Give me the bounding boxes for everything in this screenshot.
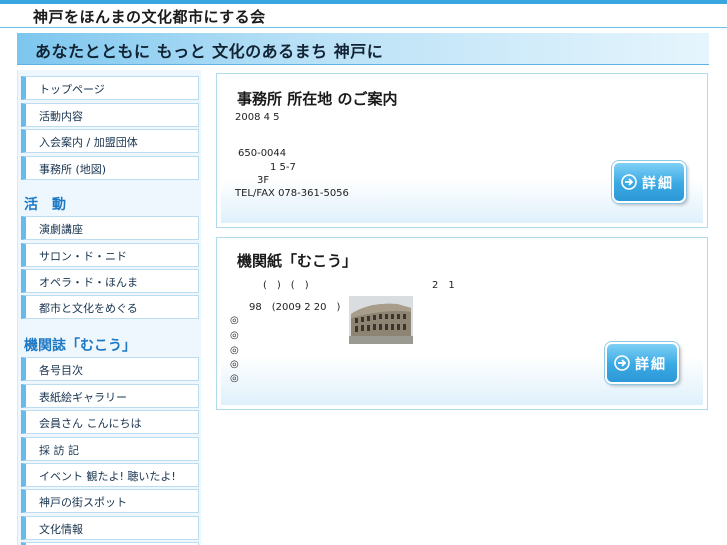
nav-label: 表紙絵ギャラリー xyxy=(39,391,127,404)
magazine-title: 機関紙「むこう」 xyxy=(237,252,358,270)
nav-item-theater-lecture[interactable]: 演劇講座 xyxy=(21,216,199,240)
magazine-heading: 機関誌「むこう」 xyxy=(24,338,136,354)
magazine-panel-body: 機関紙「むこう」 ( ) ( ) 2 1 98 (2009 2 20 ) ◎ ◎… xyxy=(221,242,703,405)
nav-label: トップページ xyxy=(39,83,105,96)
nav-label: 演劇講座 xyxy=(39,223,83,236)
nav-item-members[interactable]: 会員さん こんにちは xyxy=(21,410,199,434)
nav-item-city-culture[interactable]: 都市と文化をめぐる xyxy=(21,295,199,319)
arrow-right-circle-icon xyxy=(614,355,630,371)
magazine-detail-button[interactable]: 詳細 xyxy=(605,342,679,384)
office-date: 2008 4 5 xyxy=(235,112,280,123)
nav-label: 各号目次 xyxy=(39,364,83,377)
colosseum-photo xyxy=(349,296,413,344)
office-panel: 事務所 所在地 のご案内 2008 4 5 650-0044 1 5-7 3F … xyxy=(216,73,708,228)
detail-label: 詳細 xyxy=(642,176,674,192)
magazine-line1-right: 2 1 xyxy=(432,280,455,291)
nav-item-office-map[interactable]: 事務所 (地図) xyxy=(21,156,199,180)
nav-label: 事務所 (地図) xyxy=(39,163,107,176)
nav-item-cover-gallery[interactable]: 表紙絵ギャラリー xyxy=(21,384,199,408)
office-address: 1 5-7 xyxy=(270,162,296,173)
tagline-banner: あなたとともに もっと 文化のあるまち 神戸に xyxy=(17,33,709,65)
activities-heading: 活 動 xyxy=(24,197,66,213)
nav-item-top-page[interactable]: トップページ xyxy=(21,76,199,100)
nav-label: 都市と文化をめぐる xyxy=(39,302,138,315)
office-tel: TEL/FAX 078-361-5056 xyxy=(235,188,349,199)
colosseum-image xyxy=(349,296,413,344)
bullet: ◎ xyxy=(230,330,239,341)
nav-item-city-spots[interactable]: 神戸の街スポット xyxy=(21,489,199,513)
office-detail-button[interactable]: 詳細 xyxy=(612,161,686,203)
office-title: 事務所 所在地 のご案内 xyxy=(237,90,398,108)
detail-label: 詳細 xyxy=(635,357,667,373)
nav-label: 会員さん こんにちは xyxy=(39,417,142,430)
bullet: ◎ xyxy=(230,359,239,370)
nav-item-activities[interactable]: 活動内容 xyxy=(21,103,199,127)
nav-label: 採 訪 記 xyxy=(39,444,79,457)
tagline: あなたとともに もっと 文化のあるまち 神戸に xyxy=(35,42,384,61)
office-floor: 3F xyxy=(257,175,270,186)
nav-item-culture-info[interactable]: 文化情報 xyxy=(21,516,199,540)
magazine-line2: 98 (2009 2 20 ) xyxy=(249,302,341,313)
nav-item-interviews[interactable]: 採 訪 記 xyxy=(21,437,199,461)
nav-label: オペラ・ド・ほんま xyxy=(39,276,138,289)
office-postal: 650-0044 xyxy=(238,148,287,159)
nav-label: 神戸の街スポット xyxy=(39,496,127,509)
nav-item-salon[interactable]: サロン・ド・ニド xyxy=(21,243,199,267)
nav-label: サロン・ド・ニド xyxy=(39,250,127,263)
magazine-line1: ( ) ( ) xyxy=(263,280,309,291)
nav-item-issues[interactable]: 各号目次 xyxy=(21,357,199,381)
nav-label: 活動内容 xyxy=(39,110,83,123)
office-panel-body: 事務所 所在地 のご案内 2008 4 5 650-0044 1 5-7 3F … xyxy=(221,78,703,223)
magazine-panel: 機関紙「むこう」 ( ) ( ) 2 1 98 (2009 2 20 ) ◎ ◎… xyxy=(216,237,708,410)
nav-label: 文化情報 xyxy=(39,523,83,536)
bullet: ◎ xyxy=(230,345,239,356)
site-header: 神戸をほんまの文化都市にする会 xyxy=(0,4,727,28)
bullet: ◎ xyxy=(230,373,239,384)
nav-item-events[interactable]: イベント 観たよ! 聴いたよ! xyxy=(21,463,199,487)
nav-label: 入会案内 / 加盟団体 xyxy=(39,136,138,149)
nav-item-opera[interactable]: オペラ・ド・ほんま xyxy=(21,269,199,293)
bullet: ◎ xyxy=(230,315,239,326)
nav-item-membership[interactable]: 入会案内 / 加盟団体 xyxy=(21,129,199,153)
arrow-right-circle-icon xyxy=(621,174,637,190)
sidebar: トップページ 活動内容 入会案内 / 加盟団体 事務所 (地図) 活 動 演劇講… xyxy=(17,70,201,545)
nav-label: イベント 観たよ! 聴いたよ! xyxy=(39,470,176,483)
site-title[interactable]: 神戸をほんまの文化都市にする会 xyxy=(33,6,266,27)
